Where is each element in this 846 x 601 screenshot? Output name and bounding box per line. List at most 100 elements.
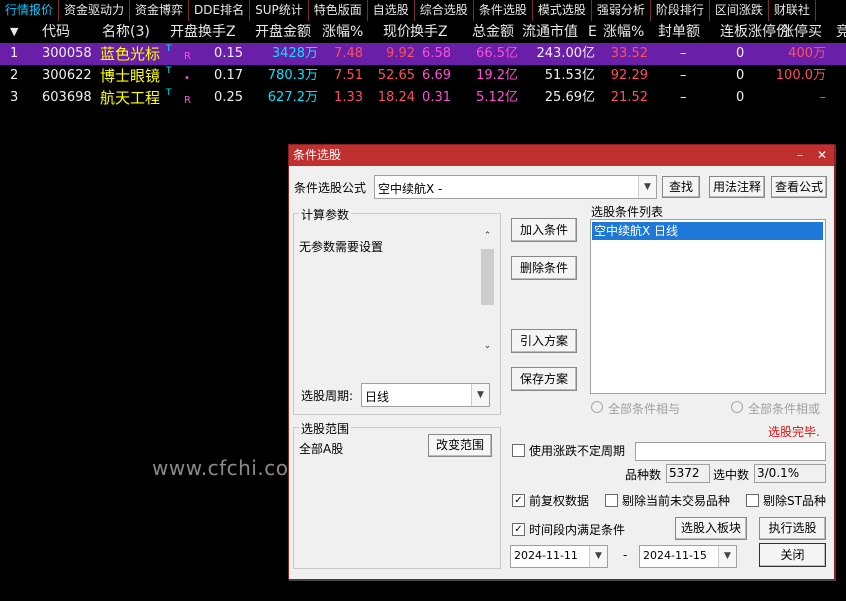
col-header-board-count[interactable]: 连板 — [720, 22, 748, 42]
dropdown-arrow-icon[interactable]: ▼ — [10, 22, 18, 42]
condition-stock-selection-dialog: 条件选股 – ✕ 条件选股公式 空中续航X - ▼ 查找 用法注释 查看公式 计… — [288, 144, 835, 580]
col-header-open-amount[interactable]: 开盘金额 — [255, 22, 311, 42]
list-item[interactable]: 空中续航X 日线 — [592, 222, 823, 240]
change-pct: 7.48 — [334, 46, 363, 61]
table-row[interactable]: 2 300622 博士眼镜 T • 0.17 780.3万 7.51 52.65 6.69 19.2… — [0, 65, 846, 87]
turnover: 0.31 — [422, 90, 451, 105]
col-header-code[interactable]: 代码 — [42, 22, 70, 42]
top-tab-bar: 行情报价 资金驱动力 资金博弈 DDE排名 SUP统计 特色版面 自选股 综合选股 条件选股 模式… — [0, 0, 846, 21]
col-header-e[interactable]: E — [588, 22, 597, 42]
col-header-open-turnover[interactable]: 开盘换手Z — [170, 22, 236, 42]
chevron-down-icon[interactable]: ▼ — [471, 384, 489, 406]
tab-13[interactable]: 财联社 — [769, 0, 816, 21]
tab-4[interactable]: SUP统计 — [250, 0, 309, 21]
tab-9[interactable]: 模式选股 — [533, 0, 592, 21]
open-amount: 3428万 — [271, 46, 318, 61]
col-header-price[interactable]: 现价 — [383, 22, 411, 42]
row-index: 1 — [10, 46, 19, 61]
check-icon: ✓ — [514, 495, 523, 506]
board-count: 0 — [736, 90, 745, 105]
scope-title: 选股范围 — [299, 420, 352, 437]
delete-condition-button[interactable]: 删除条件 — [511, 256, 577, 280]
add-condition-button[interactable]: 加入条件 — [511, 218, 577, 242]
view-formula-button[interactable]: 查看公式 — [771, 176, 827, 198]
turnover: 6.69 — [422, 68, 451, 83]
execute-selection-button[interactable]: 执行选股 — [759, 517, 826, 540]
import-plan-button[interactable]: 引入方案 — [511, 329, 577, 353]
formula-select[interactable]: 空中续航X - ▼ — [374, 175, 657, 199]
board-count: 0 — [736, 68, 745, 83]
t-flag: T — [166, 88, 172, 98]
selected-value: 3/0.1% — [757, 466, 800, 480]
period-label: 选股周期: — [301, 389, 354, 403]
e-change: 21.52 — [610, 90, 648, 105]
stock-name: 航天工程 — [100, 89, 161, 107]
col-header-name[interactable]: 名称(3) — [102, 22, 150, 42]
params-scrollbar[interactable]: ⌃ ⌄ — [480, 231, 495, 355]
tab-8[interactable]: 条件选股 — [474, 0, 533, 21]
formula-value: 空中续航X - — [378, 182, 443, 196]
tab-0[interactable]: 行情报价 — [0, 0, 60, 21]
scrollbar-thumb[interactable] — [481, 249, 494, 305]
uncertain-period-checkbox[interactable] — [512, 444, 525, 457]
change-pct: 1.33 — [334, 90, 363, 105]
count-label: 品种数 — [625, 468, 662, 482]
stock-code: 300058 — [42, 46, 92, 61]
col-header-seal-amount[interactable]: 封单额 — [658, 22, 700, 42]
price: 18.24 — [377, 90, 415, 105]
change-scope-button[interactable]: 改变范围 — [428, 434, 492, 457]
exclude-st-checkbox[interactable] — [746, 494, 759, 507]
col-header-limit-buy[interactable]: 涨停买 — [780, 22, 822, 42]
col-header-total-amount[interactable]: 总金额 — [472, 22, 514, 42]
tab-2[interactable]: 资金博弈 — [130, 0, 190, 21]
tab-3[interactable]: DDE排名 — [189, 0, 251, 21]
close-button[interactable]: 关闭 — [759, 543, 826, 567]
tab-5[interactable]: 特色版面 — [309, 0, 368, 21]
tab-6[interactable]: 自选股 — [368, 0, 415, 21]
condition-list[interactable]: 空中续航X 日线 — [590, 219, 826, 394]
seal-amount: – — [680, 90, 687, 105]
minimize-icon[interactable]: – — [797, 145, 803, 166]
col-header-float-cap[interactable]: 流通市值 — [522, 22, 578, 42]
pre-adjust-checkbox[interactable]: ✓ — [512, 494, 525, 507]
chevron-down-icon[interactable]: ▼ — [589, 546, 607, 567]
radio-or[interactable] — [731, 401, 743, 413]
col-header-turnover[interactable]: 换手Z — [410, 22, 448, 42]
chevron-down-icon[interactable]: ▼ — [718, 546, 736, 567]
float-cap: 51.53亿 — [544, 68, 595, 83]
stock-name: 蓝色光标 — [100, 45, 161, 63]
uncertain-period-input[interactable] — [635, 442, 826, 461]
col-header-e-change[interactable]: 涨幅% — [603, 22, 644, 42]
query-button[interactable]: 查找 — [662, 176, 700, 198]
table-row[interactable]: 1 300058 蓝色光标 T R 0.15 3428万 7.48 9.92 6.58 66.5亿 2… — [0, 43, 846, 65]
tab-10[interactable]: 强弱分析 — [592, 0, 651, 21]
stock-code: 300622 — [42, 68, 92, 83]
scope-value: 全部A股 — [299, 442, 344, 456]
usage-notes-button[interactable]: 用法注释 — [709, 176, 765, 198]
col-header-change[interactable]: 涨幅% — [322, 22, 363, 42]
add-to-board-button[interactable]: 选股入板块 — [675, 517, 747, 540]
open-turnover: 0.17 — [214, 68, 243, 83]
time-range-checkbox[interactable]: ✓ — [512, 523, 525, 536]
tab-1[interactable]: 资金驱动力 — [59, 0, 131, 21]
table-row[interactable]: 3 603698 航天工程 T R 0.25 627.2万 1.33 18.24 0.31 5.12… — [0, 87, 846, 109]
exclude-untraded-checkbox[interactable] — [605, 494, 618, 507]
scroll-up-icon[interactable]: ⌃ — [480, 231, 495, 245]
open-turnover: 0.25 — [214, 90, 243, 105]
save-plan-button[interactable]: 保存方案 — [511, 367, 577, 391]
tab-7[interactable]: 综合选股 — [415, 0, 474, 21]
board-count: 0 — [736, 46, 745, 61]
date-to-picker[interactable]: 2024-11-15 ▼ — [639, 545, 737, 568]
stock-name: 博士眼镜 — [100, 67, 161, 85]
scroll-down-icon[interactable]: ⌄ — [480, 341, 495, 355]
col-header-bid[interactable]: 竞 — [836, 22, 846, 42]
radio-and[interactable] — [591, 401, 603, 413]
tab-11[interactable]: 阶段排行 — [651, 0, 710, 21]
limit-buy: 400万 — [788, 46, 826, 61]
close-icon[interactable]: ✕ — [817, 145, 827, 166]
date-from-picker[interactable]: 2024-11-11 ▼ — [510, 545, 608, 568]
r-flag: R — [184, 95, 191, 106]
chevron-down-icon[interactable]: ▼ — [638, 176, 656, 198]
period-select[interactable]: 日线 ▼ — [361, 383, 490, 407]
tab-12[interactable]: 区间涨跌 — [710, 0, 769, 21]
